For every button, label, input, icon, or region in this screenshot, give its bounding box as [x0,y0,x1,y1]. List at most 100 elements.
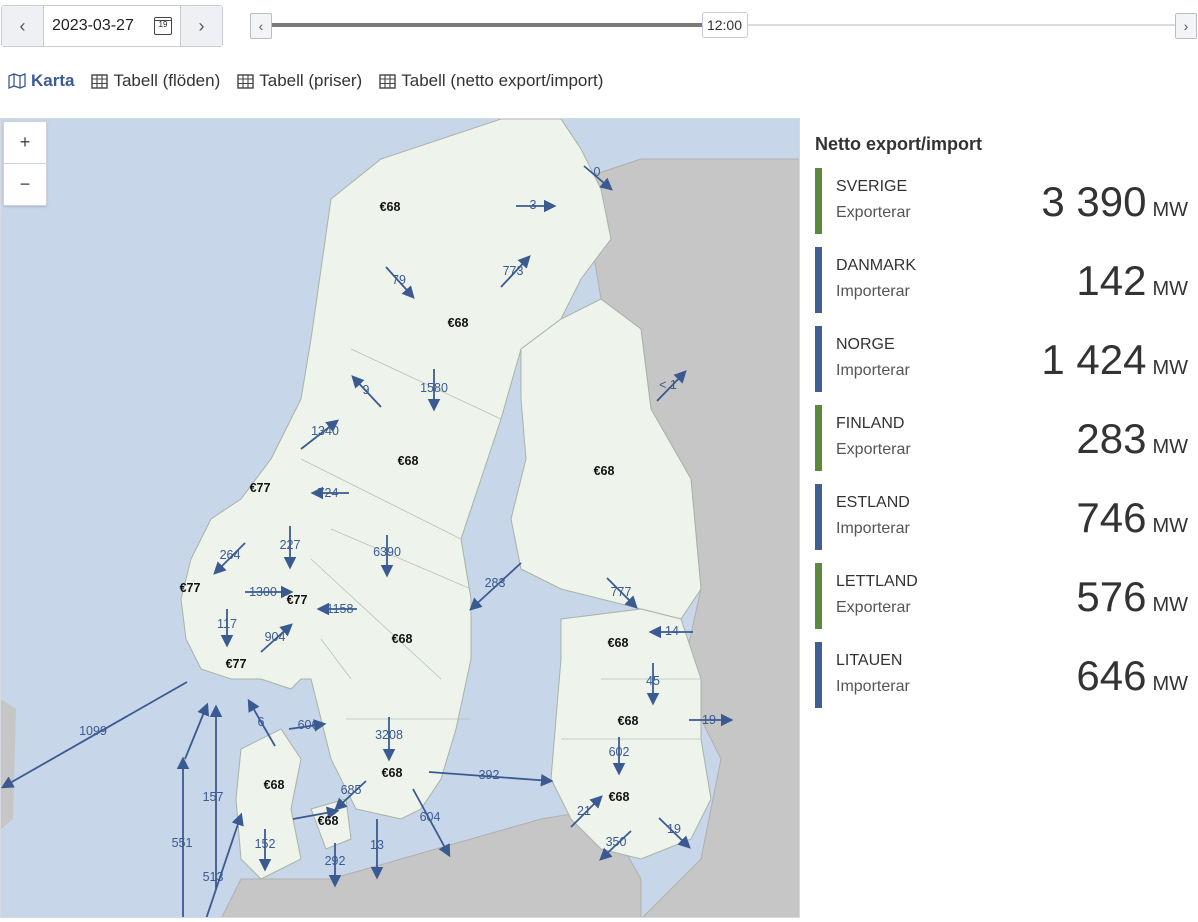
flow-label: 45 [646,674,660,688]
tab-tabell-floden[interactable]: Tabell (flöden) [91,71,220,91]
country-name: NORGE [836,336,895,353]
calendar-icon[interactable]: 19 [154,17,172,35]
country-name: ESTLAND [836,494,910,511]
status-bar [815,326,822,392]
flow-label: 1099 [79,724,107,738]
value-number: 576 [1076,573,1147,620]
flow-label: 606 [298,718,319,732]
flow-label: 292 [325,854,346,868]
price-label: €68 [398,454,419,468]
value-unit: MW [1152,278,1188,300]
slider-track[interactable]: 12:00 [272,12,1175,38]
map[interactable]: 0 3 79 773 1580 9 1340 < 1 724 227 264 6… [0,118,800,918]
status-bar [815,642,822,708]
flow-label: 777 [611,585,632,599]
table-icon [91,73,109,89]
slider-prev-button[interactable]: ‹ [250,13,272,39]
flow-label: 14 [665,624,679,638]
country-name: FINLAND [836,415,905,432]
flow-label: 157 [203,790,224,804]
view-tabs: Karta Tabell (flöden) Tabell (priser) Ta… [8,71,603,91]
country-card-estland: ESTLAND Importerar 746 MW [815,484,1198,550]
map-canvas[interactable]: 0 3 79 773 1580 9 1340 < 1 724 227 264 6… [1,119,800,918]
tab-tabell-netto[interactable]: Tabell (netto export/import) [379,71,603,91]
date-input[interactable]: 2023-03-27 19 [44,6,180,46]
flow-label: 19 [667,822,681,836]
value-unit: MW [1152,357,1188,379]
price-label: €77 [180,581,201,595]
zoom-out-button[interactable]: − [4,164,46,205]
country-card-sverige: SVERIGE Exporterar 3 390 MW [815,168,1198,234]
price-label: €68 [382,766,403,780]
tab-label: Tabell (priser) [259,71,363,90]
country-value: 142 MW [1076,257,1188,305]
baltic-land [550,608,712,860]
price-label: €77 [226,657,247,671]
previous-day-button[interactable]: ‹ [2,6,44,46]
flow-label: 6 [258,715,265,729]
tab-tabell-priser[interactable]: Tabell (priser) [237,71,362,91]
country-status: Exporterar [836,599,911,616]
price-label: €77 [287,593,308,607]
value-unit: MW [1152,199,1188,221]
country-card-lettland: LETTLAND Exporterar 576 MW [815,563,1198,629]
country-card-finland: FINLAND Exporterar 283 MW [815,405,1198,471]
flow-label: 21 [577,804,591,818]
value-number: 746 [1076,494,1147,541]
tab-karta[interactable]: Karta [8,71,74,91]
tab-label: Tabell (flöden) [113,71,221,90]
country-card-danmark: DANMARK Importerar 142 MW [815,247,1198,313]
time-slider[interactable]: ‹ 12:00 › [250,12,1197,39]
slider-handle[interactable]: 12:00 [701,12,748,38]
country-value: 1 424 MW [1041,336,1188,384]
country-value: 283 MW [1076,415,1188,463]
status-bar [815,405,822,471]
flow-label: 350 [606,835,627,849]
flow-label: < 1 [659,378,677,392]
country-value: 3 390 MW [1041,178,1188,226]
value-unit: MW [1152,594,1188,616]
country-name: LITAUEN [836,652,903,669]
slider-next-button[interactable]: › [1175,13,1197,39]
country-value: 576 MW [1076,573,1188,621]
country-card-litauen: LITAUEN Importerar 646 MW [815,642,1198,708]
chevron-right-icon: › [198,15,205,36]
chevron-left-icon: ‹ [258,18,264,34]
flow-label: 3 [530,198,537,212]
price-label: €68 [609,790,630,804]
slider-fill [272,23,724,27]
country-status: Importerar [836,520,910,537]
flow-label: 79 [392,273,406,287]
price-label: €77 [250,481,271,495]
flow-label: 264 [220,548,241,562]
chevron-right-icon: › [1183,18,1189,34]
next-day-button[interactable]: › [180,6,222,46]
flow-label: 604 [420,810,441,824]
country-name: LETTLAND [836,573,918,590]
flow-label: 283 [485,576,506,590]
flow-label: 1158 [327,602,354,616]
country-name: SVERIGE [836,178,908,195]
flow-label: 19 [702,713,716,727]
value-unit: MW [1152,436,1188,458]
status-bar [815,484,822,550]
table-icon [237,73,254,89]
flow-label: 227 [280,538,301,552]
flow-label: 117 [217,617,237,631]
price-label: €68 [608,636,629,650]
flow-label: 1580 [420,381,448,395]
country-status: Importerar [836,362,910,379]
net-export-import-panel: Netto export/import SVERIGE Exporterar 3… [801,118,1198,918]
value-number: 142 [1076,257,1147,304]
flow-label: 3208 [375,728,403,742]
map-icon [8,73,26,89]
value-unit: MW [1152,673,1188,695]
status-bar [815,563,822,629]
flow-label: 0 [594,165,601,179]
flow-label: 904 [265,630,286,644]
top-bar: ‹ 2023-03-27 19 › ‹ 12:00 › [0,0,1198,56]
flow-label: 9 [363,383,370,397]
zoom-in-button[interactable]: + [4,122,46,164]
flow-label: 602 [609,745,630,759]
flow-label: 1300 [249,585,277,599]
